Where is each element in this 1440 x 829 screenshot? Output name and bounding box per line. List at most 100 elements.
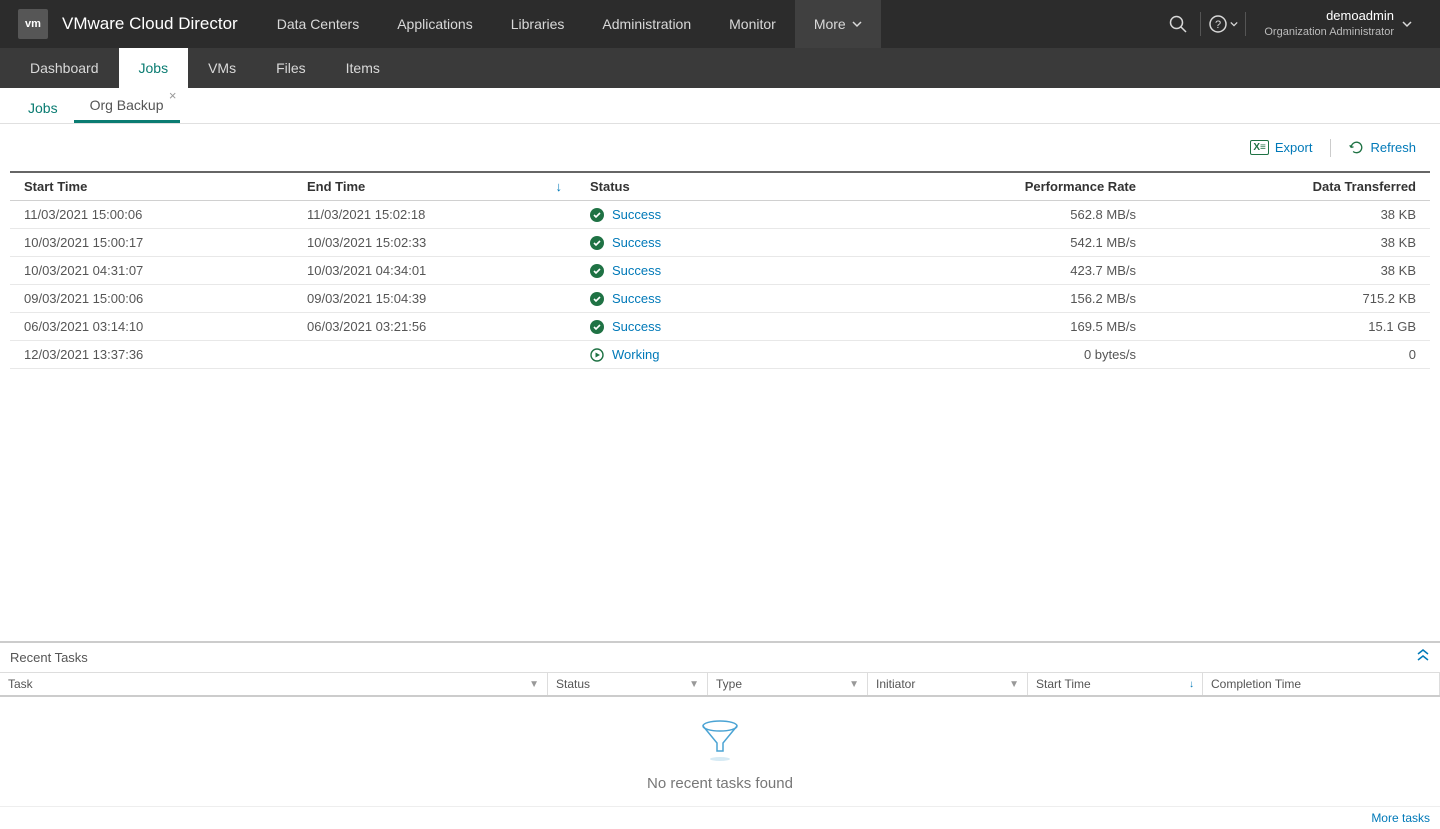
success-icon [590, 264, 604, 278]
filter-icon[interactable]: ▼ [689, 679, 699, 690]
filter-icon[interactable]: ▼ [1009, 679, 1019, 690]
tab-org-backup-label: Org Backup [90, 97, 164, 113]
cell-data-transferred: 38 KB [1150, 257, 1430, 284]
subnav-jobs[interactable]: Jobs [119, 48, 189, 88]
cell-performance-rate: 423.7 MB/s [870, 257, 1150, 284]
nav-more[interactable]: More [795, 0, 881, 48]
refresh-label: Refresh [1370, 140, 1416, 155]
col-data-transferred[interactable]: Data Transferred [1150, 173, 1430, 200]
tab-jobs[interactable]: Jobs [12, 91, 74, 123]
cell-status: Success [576, 313, 870, 340]
more-tasks-link[interactable]: More tasks [1371, 811, 1430, 825]
rcol-status-label: Status [556, 677, 590, 691]
cell-data-transferred: 15.1 GB [1150, 313, 1430, 340]
rcol-type-label: Type [716, 677, 742, 691]
table-row[interactable]: 10/03/2021 15:00:1710/03/2021 15:02:33Su… [10, 229, 1430, 257]
close-icon[interactable]: × [169, 88, 177, 103]
rcol-completion-time-label: Completion Time [1211, 677, 1301, 691]
refresh-icon [1349, 140, 1364, 155]
help-button[interactable]: ? [1201, 0, 1245, 48]
export-button[interactable]: X≡ Export [1244, 136, 1318, 159]
nav-data-centers[interactable]: Data Centers [258, 0, 378, 48]
status-link[interactable]: Success [612, 263, 661, 278]
cell-data-transferred: 38 KB [1150, 229, 1430, 256]
rcol-initiator-label: Initiator [876, 677, 915, 691]
filter-icon[interactable]: ▼ [529, 679, 539, 690]
rcol-task[interactable]: Task ▼ [0, 673, 548, 695]
help-icon: ? [1208, 14, 1228, 34]
svg-text:?: ? [1215, 19, 1221, 31]
table-row[interactable]: 09/03/2021 15:00:0609/03/2021 15:04:39Su… [10, 285, 1430, 313]
cell-end-time: 11/03/2021 15:02:18 [293, 201, 576, 228]
nav-libraries[interactable]: Libraries [492, 0, 584, 48]
col-start-time[interactable]: Start Time [10, 173, 293, 200]
cell-status: Success [576, 201, 870, 228]
table-row[interactable]: 12/03/2021 13:37:36Working0 bytes/s0 [10, 341, 1430, 369]
subnav-dashboard[interactable]: Dashboard [10, 48, 119, 88]
cell-start-time: 11/03/2021 15:00:06 [10, 201, 293, 228]
sort-desc-icon: ↓ [556, 179, 563, 194]
cell-end-time: 09/03/2021 15:04:39 [293, 285, 576, 312]
cell-performance-rate: 169.5 MB/s [870, 313, 1150, 340]
cell-start-time: 06/03/2021 03:14:10 [10, 313, 293, 340]
app-logo: vm [18, 9, 48, 39]
table-row[interactable]: 11/03/2021 15:00:0611/03/2021 15:02:18 Su… [10, 201, 1430, 229]
cell-performance-rate: 156.2 MB/s [870, 285, 1150, 312]
status-link[interactable]: Success [612, 207, 661, 222]
user-role: Organization Administrator [1264, 25, 1394, 39]
table-row[interactable]: 10/03/2021 04:31:0710/03/2021 04:34:01Su… [10, 257, 1430, 285]
rcol-task-label: Task [8, 677, 33, 691]
recent-tasks-panel: Recent Tasks Task ▼ Status ▼ Type ▼ Initiat… [0, 641, 1440, 829]
recent-tasks-empty: No recent tasks found [0, 697, 1440, 806]
nav-applications[interactable]: Applications [378, 0, 492, 48]
rcol-type[interactable]: Type ▼ [708, 673, 868, 695]
separator [1330, 139, 1331, 157]
cell-status: Success [576, 285, 870, 312]
col-status[interactable]: Status [576, 173, 870, 200]
col-end-time[interactable]: End Time ↓ [293, 173, 576, 200]
export-label: Export [1275, 140, 1313, 155]
chevron-down-icon [1230, 20, 1238, 28]
working-icon [590, 348, 604, 362]
rcol-start-time[interactable]: Start Time↓ [1028, 673, 1203, 695]
sort-desc-icon[interactable]: ↓ [1189, 679, 1194, 690]
rcol-completion-time[interactable]: Completion Time [1203, 673, 1440, 695]
status-link[interactable]: Success [612, 319, 661, 334]
app-title: VMware Cloud Director [62, 14, 238, 34]
col-end-time-label: End Time [307, 179, 365, 194]
success-icon [590, 320, 604, 334]
success-icon [590, 292, 604, 306]
tab-org-backup[interactable]: Org Backup × [74, 88, 180, 123]
user-name: demoadmin [1264, 8, 1394, 25]
excel-icon: X≡ [1250, 140, 1269, 155]
rcol-initiator[interactable]: Initiator ▼ [868, 673, 1028, 695]
user-menu[interactable]: demoadmin Organization Administrator [1246, 8, 1422, 39]
cell-end-time: 10/03/2021 04:34:01 [293, 257, 576, 284]
search-button[interactable] [1156, 0, 1200, 48]
table-row[interactable]: 06/03/2021 03:14:1006/03/2021 03:21:56Su… [10, 313, 1430, 341]
nav-administration[interactable]: Administration [583, 0, 710, 48]
cell-performance-rate: 562.8 MB/s [870, 201, 1150, 228]
status-link[interactable]: Success [612, 291, 661, 306]
recent-tasks-columns: Task ▼ Status ▼ Type ▼ Initiator ▼ Start Tim… [0, 673, 1440, 697]
cell-performance-rate: 0 bytes/s [870, 341, 1150, 368]
filter-icon[interactable]: ▼ [849, 679, 859, 690]
status-link[interactable]: Working [612, 347, 659, 362]
rcol-status[interactable]: Status ▼ [548, 673, 708, 695]
subnav-vms[interactable]: VMs [188, 48, 256, 88]
nav-more-label: More [814, 16, 846, 32]
subnav-files[interactable]: Files [256, 48, 326, 88]
expand-icon[interactable] [1416, 649, 1430, 666]
primary-nav: Data Centers Applications Libraries Admi… [258, 0, 881, 48]
nav-monitor[interactable]: Monitor [710, 0, 795, 48]
col-performance-rate[interactable]: Performance Rate [870, 173, 1150, 200]
recent-tasks-title: Recent Tasks [10, 650, 88, 665]
refresh-button[interactable]: Refresh [1343, 136, 1422, 159]
subnav-items[interactable]: Items [326, 48, 400, 88]
cell-status: Success [576, 257, 870, 284]
success-icon [590, 236, 604, 250]
cell-end-time [293, 341, 576, 368]
cell-data-transferred: 0 [1150, 341, 1430, 368]
cell-status: Working [576, 341, 870, 368]
status-link[interactable]: Success [612, 235, 661, 250]
